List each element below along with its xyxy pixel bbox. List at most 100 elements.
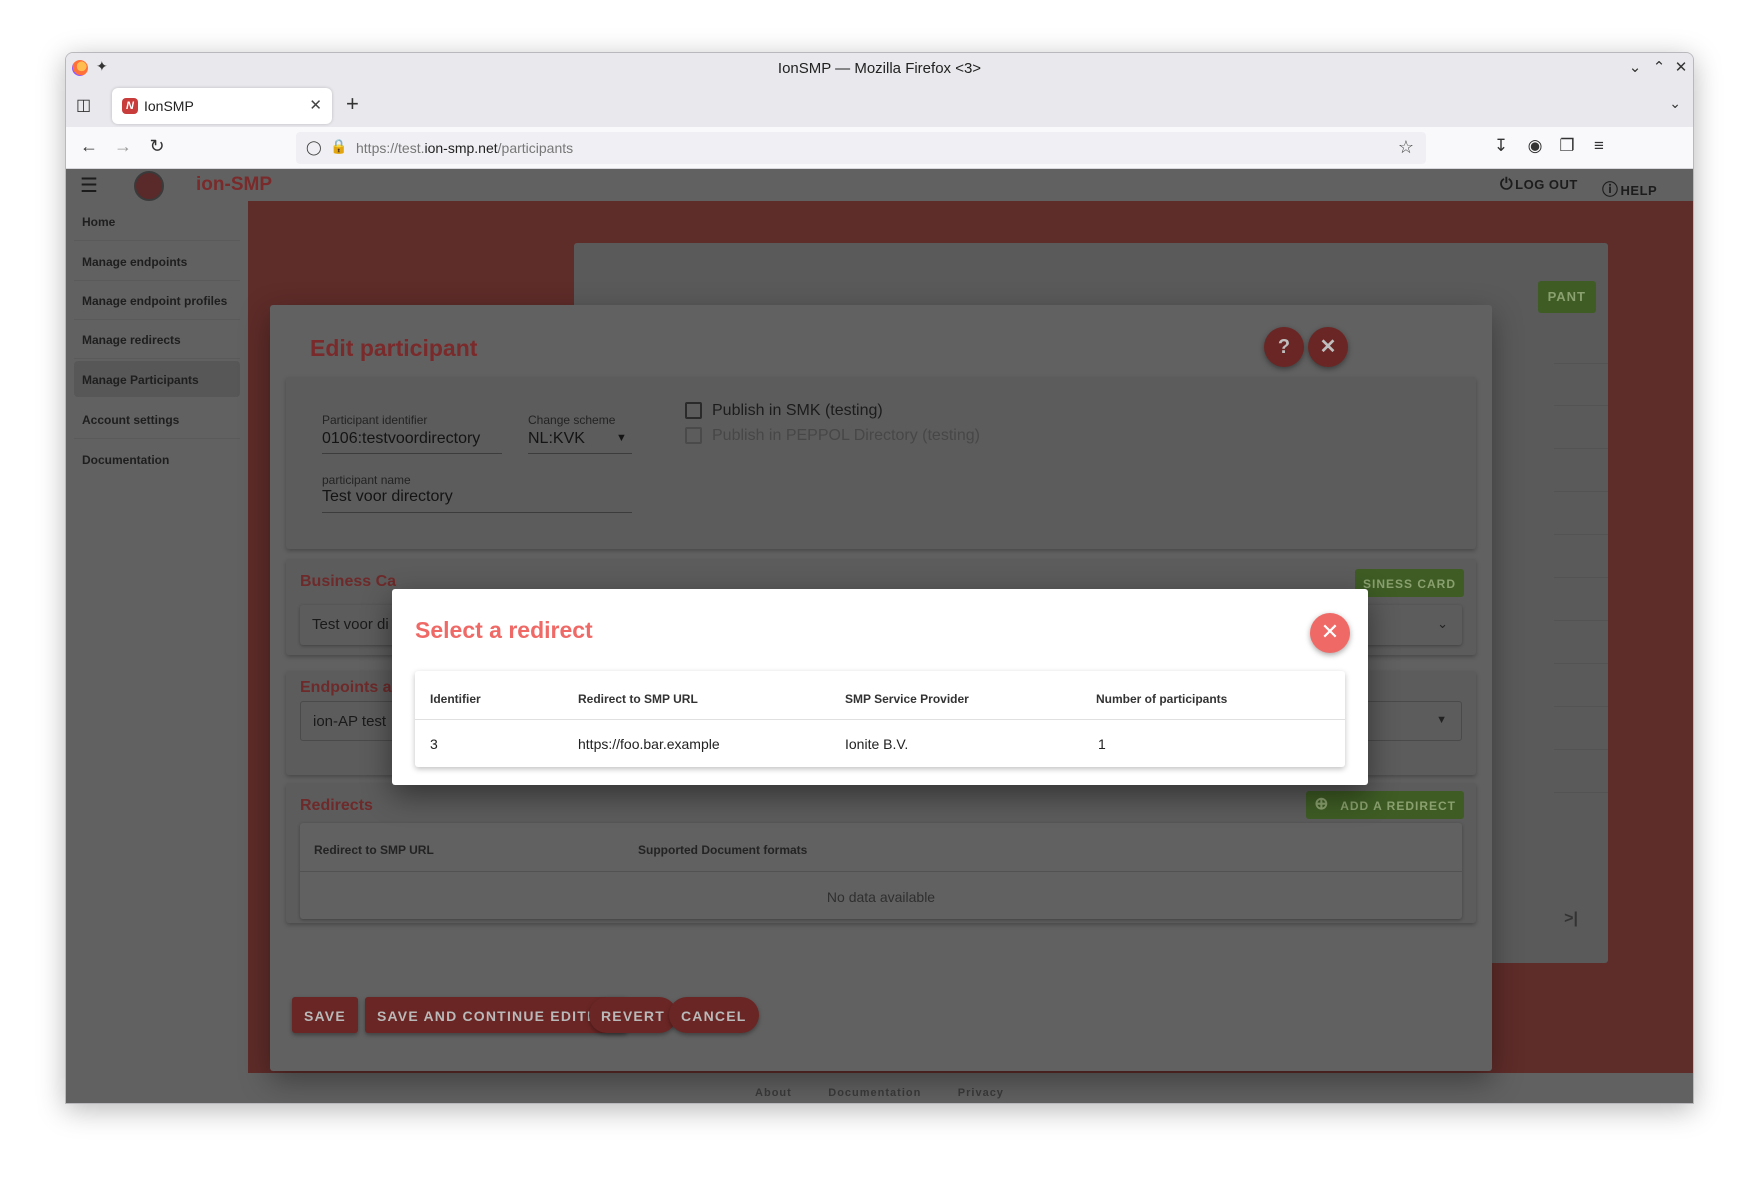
footer-link-documentation[interactable]: Documentation (828, 1087, 921, 1099)
sidebar-item-home[interactable]: Home (74, 201, 240, 241)
maximize-icon[interactable]: ⌃ (1650, 58, 1668, 76)
add-participant-button[interactable]: PANT (1537, 281, 1596, 313)
close-icon: ✕ (1320, 619, 1340, 644)
lock-icon[interactable]: 🔒 (330, 138, 347, 155)
divider (1554, 663, 1608, 664)
add-redirect-label: ADD A REDIRECT (1340, 799, 1456, 813)
forward-arrow-icon[interactable]: → (112, 136, 134, 157)
underline (322, 512, 632, 513)
navigation-bar: ← → ↻ ◯ 🔒 https://test.ion-smp.net/parti… (66, 127, 1693, 169)
address-bar[interactable]: ◯ 🔒 https://test.ion-smp.net/participant… (296, 132, 1426, 164)
chevron-down-icon[interactable]: ⌄ (1437, 616, 1448, 632)
window-close-icon[interactable]: ✕ (1672, 58, 1690, 76)
footer: About Documentation Privacy (66, 1073, 1693, 1103)
sidebar-item-manage-participants[interactable]: Manage Participants (74, 361, 240, 397)
sidebar: Home Manage endpoints Manage endpoint pr… (66, 201, 248, 1103)
menu-hamburger-icon[interactable]: ≡ (1588, 136, 1610, 156)
column-header-provider[interactable]: SMP Service Provider (845, 692, 969, 706)
redirects-panel: Redirects ⊕ ADD A REDIRECT Redirect to S… (286, 783, 1476, 923)
dialog-close-button[interactable]: ✕ (1308, 327, 1348, 367)
app-bar: ☰ ion-SMP ⏻ LOG OUT ⓘ HELP (66, 169, 1693, 201)
cell-identifier: 3 (430, 736, 438, 752)
redirects-title: Redirects (300, 797, 373, 814)
cell-provider: Ionite B.V. (845, 736, 909, 752)
ionsmp-favicon-icon: N (122, 98, 138, 114)
tab-list-icon[interactable]: ◫ (76, 95, 91, 115)
publish-smk-label: Publish in SMK (testing) (712, 402, 883, 419)
reload-icon[interactable]: ↻ (146, 136, 168, 157)
business-card-value: Test voor di (312, 616, 389, 633)
column-header-url[interactable]: Redirect to SMP URL (578, 692, 698, 706)
divider (1554, 620, 1608, 621)
brand-title: ion-SMP (196, 174, 272, 195)
divider (1554, 706, 1608, 707)
back-arrow-icon[interactable]: ← (78, 136, 100, 157)
participant-name-input[interactable]: Test voor directory (322, 488, 453, 506)
column-header-identifier[interactable]: Identifier (430, 692, 481, 706)
dropdown-caret-icon[interactable]: ▼ (616, 432, 627, 444)
cell-participants: 1 (1098, 736, 1106, 752)
help-button[interactable]: ⓘ HELP (1602, 176, 1657, 200)
tab-overflow-chevron-icon[interactable]: ⌄ (1669, 95, 1681, 112)
divider (1554, 448, 1608, 449)
footer-link-about[interactable]: About (755, 1087, 792, 1099)
nav-drawer-icon[interactable]: ☰ (80, 173, 98, 198)
cell-url: https://foo.bar.example (578, 736, 720, 752)
divider (1554, 749, 1608, 750)
tab-bar: ◫ N IonSMP ✕ + ⌄ (66, 83, 1693, 127)
url-text[interactable]: https://test.ion-smp.net/participants (356, 140, 573, 156)
change-scheme-select[interactable]: NL:KVK (528, 430, 585, 448)
account-icon[interactable]: ◉ (1524, 136, 1546, 156)
save-button[interactable]: SAVE (292, 997, 358, 1033)
sidebar-item-manage-redirects[interactable]: Manage redirects (74, 319, 240, 359)
sidebar-item-documentation[interactable]: Documentation (74, 439, 240, 479)
tab-ionsmp[interactable]: N IonSMP ✕ (112, 88, 332, 124)
last-page-icon[interactable]: >| (1564, 910, 1578, 928)
change-scheme-label: Change scheme (528, 413, 616, 427)
power-icon: ⏻ (1500, 176, 1514, 193)
publish-peppol-checkbox[interactable] (685, 427, 702, 444)
participant-name-label: participant name (322, 473, 411, 487)
download-icon[interactable]: ↧ (1490, 136, 1512, 156)
add-business-card-button[interactable]: SINESS CARD (1354, 569, 1464, 597)
column-header[interactable]: Supported Document formats (638, 843, 807, 857)
divider (300, 871, 1462, 872)
sidebar-item-account-settings[interactable]: Account settings (74, 399, 240, 439)
publish-smk-checkbox[interactable] (685, 402, 702, 419)
business-card-title: Business Ca (300, 573, 397, 590)
close-button[interactable]: ✕ (1310, 613, 1350, 653)
sidebar-item-manage-endpoints[interactable]: Manage endpoints (74, 241, 240, 281)
footer-link-privacy[interactable]: Privacy (958, 1087, 1004, 1099)
bookmark-star-icon[interactable]: ☆ (1398, 137, 1414, 158)
minimize-icon[interactable]: ⌄ (1626, 58, 1644, 76)
divider (1554, 405, 1608, 406)
extensions-icon[interactable]: ❐ (1556, 136, 1578, 156)
revert-button[interactable]: REVERT (589, 997, 677, 1033)
help-circle-button[interactable]: ? (1264, 327, 1304, 367)
plus-circle-icon: ⊕ (1314, 794, 1330, 813)
publish-peppol-label: Publish in PEPPOL Directory (testing) (712, 427, 980, 444)
no-data-text: No data available (826, 889, 936, 905)
add-redirect-button[interactable]: ⊕ ADD A REDIRECT (1306, 791, 1464, 819)
shield-icon[interactable]: ◯ (306, 139, 322, 156)
participant-identifier-input[interactable]: 0106:testvoordirectory (322, 430, 480, 448)
redirects-table: Redirect to SMP URL Supported Document f… (300, 823, 1462, 919)
select-redirect-dialog: Select a redirect ✕ Identifier Redirect … (392, 589, 1368, 785)
dropdown-caret-icon[interactable]: ▼ (1436, 714, 1447, 726)
redirects-select-table: Identifier Redirect to SMP URL SMP Servi… (415, 671, 1345, 767)
window-title: IonSMP — Mozilla Firefox <3> (777, 60, 982, 77)
tab-close-icon[interactable]: ✕ (309, 96, 322, 114)
sidebar-item-manage-endpoint-profiles[interactable]: Manage endpoint profiles (74, 280, 240, 320)
column-header[interactable]: Redirect to SMP URL (314, 843, 434, 857)
help-circle-icon: ⓘ (1602, 182, 1619, 199)
table-row[interactable]: 3 https://foo.bar.example Ionite B.V. 1 (415, 720, 1345, 767)
logout-button[interactable]: ⏻ LOG OUT (1500, 176, 1578, 194)
participant-identifier-label: Participant identifier (322, 413, 428, 427)
tab-label: IonSMP (144, 98, 194, 114)
new-tab-icon[interactable]: + (346, 91, 359, 117)
underline (528, 453, 632, 454)
column-header-participants[interactable]: Number of participants (1096, 692, 1227, 706)
title-bar: ✦ IonSMP — Mozilla Firefox <3> ⌄ ⌃ ✕ (66, 53, 1693, 83)
ion-smp-logo (134, 171, 164, 201)
cancel-button[interactable]: CANCEL (669, 997, 759, 1033)
